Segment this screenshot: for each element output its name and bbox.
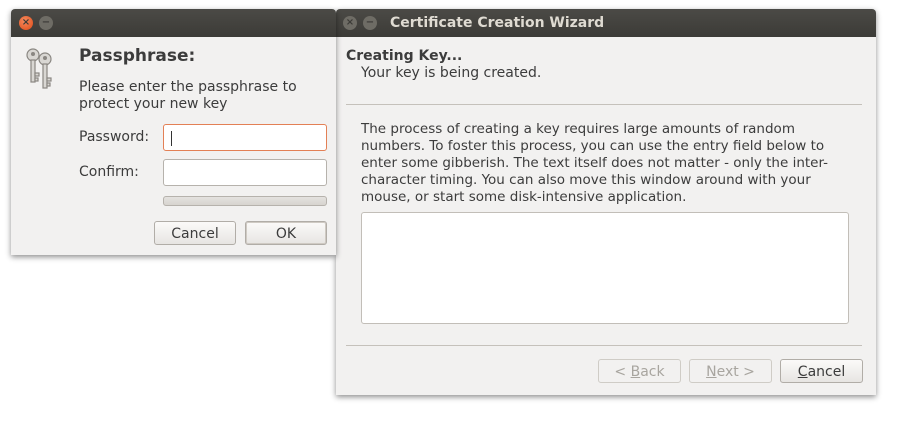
confirm-label: Confirm: [79, 164, 139, 180]
footer-separator [346, 345, 862, 346]
dialog-description: Please enter the passphrase to protect y… [79, 79, 297, 112]
confirm-field[interactable] [163, 159, 327, 186]
gibberish-text-area[interactable] [361, 212, 849, 324]
dialog-heading: Passphrase: [79, 46, 196, 66]
cancel-button[interactable]: Cancel [154, 221, 236, 245]
passphrase-dialog: × − Passphrase: Please enter the passphr… [11, 9, 336, 255]
wizard-titlebar[interactable]: × − Certificate Creation Wizard [336, 9, 876, 37]
back-button[interactable]: < Back [598, 359, 681, 383]
page-title: Creating Key... [346, 48, 463, 64]
cancel-mnemonic: C [797, 364, 808, 380]
back-rest: ack [640, 364, 665, 380]
keys-icon [21, 45, 61, 91]
password-label: Password: [79, 129, 150, 145]
password-field[interactable] [163, 124, 327, 151]
close-icon[interactable]: × [343, 16, 357, 30]
minimize-icon[interactable]: − [39, 16, 53, 30]
wizard-title: Certificate Creation Wizard [390, 15, 605, 31]
minimize-icon[interactable]: − [363, 16, 377, 30]
next-button[interactable]: Next > [689, 359, 772, 383]
passphrase-titlebar[interactable]: × − [11, 9, 336, 37]
text-cursor [171, 131, 172, 146]
page-subtitle: Your key is being created. [361, 65, 542, 81]
header-separator [346, 104, 862, 105]
next-rest: ext > [716, 364, 755, 380]
cancel-rest: ancel [807, 364, 846, 380]
back-prefix: < [614, 364, 631, 380]
ok-button[interactable]: OK [245, 221, 327, 245]
passphrase-strength-bar [163, 196, 327, 206]
close-icon[interactable]: × [19, 16, 33, 30]
instructions-text: The process of creating a key requires l… [361, 121, 829, 205]
certificate-wizard-window: × − Certificate Creation Wizard Creating… [336, 9, 876, 395]
next-mnemonic: N [706, 364, 717, 380]
wizard-cancel-button[interactable]: Cancel [780, 359, 863, 383]
back-mnemonic: B [630, 364, 641, 380]
